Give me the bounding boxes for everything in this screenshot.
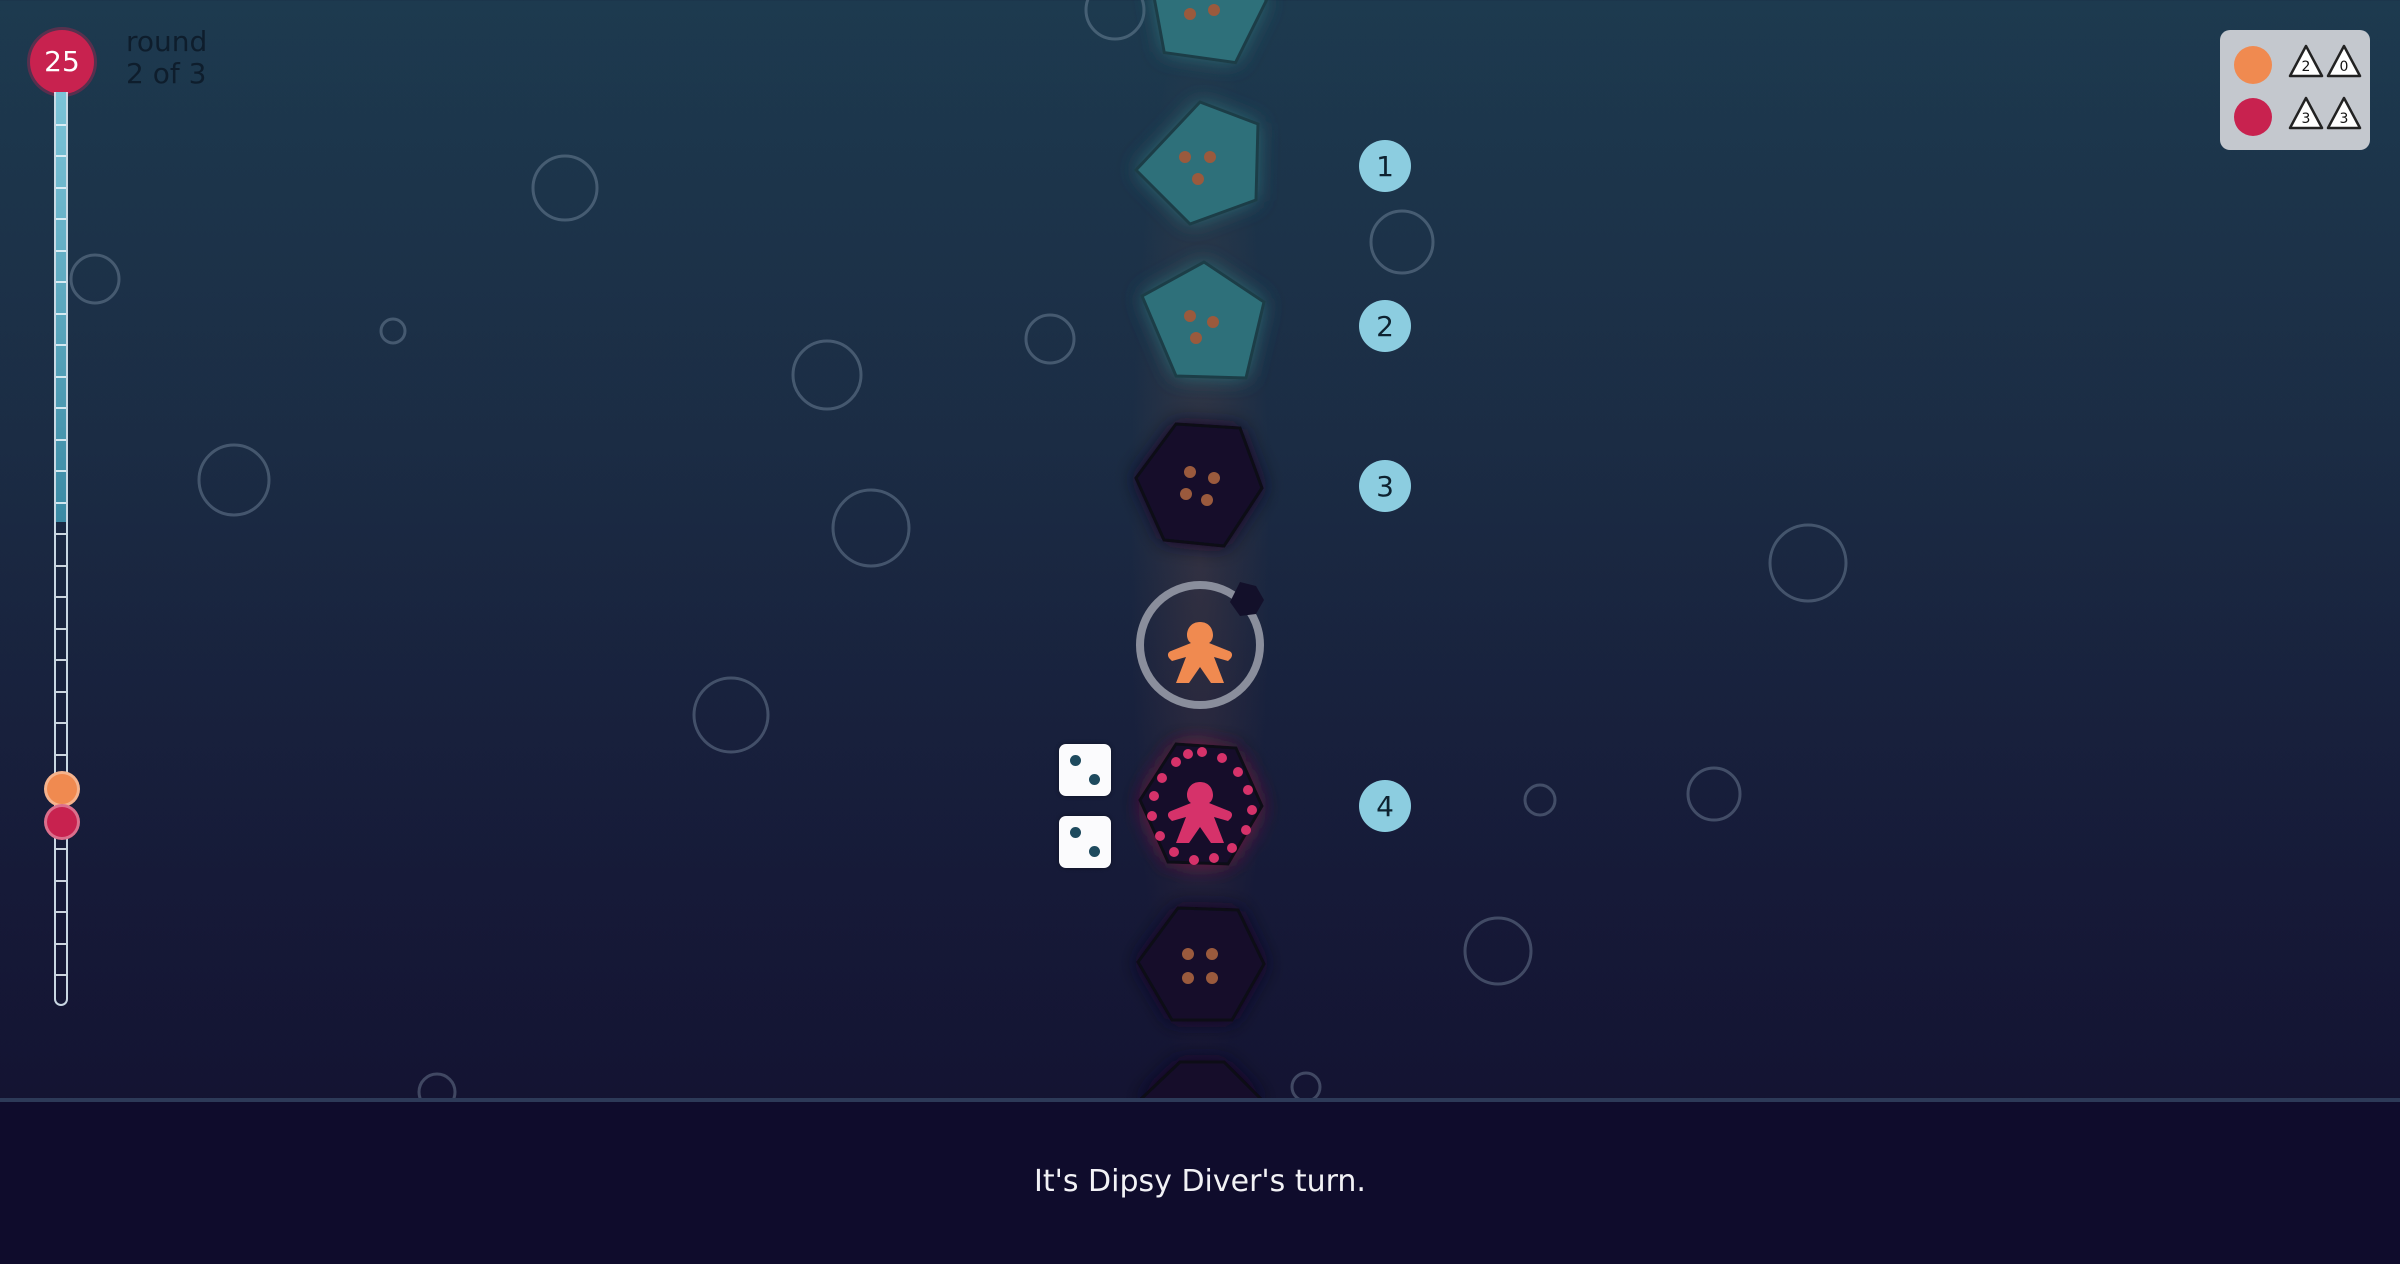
round-progress: 2 of 3: [126, 57, 207, 90]
air-supply-gauge: [54, 92, 68, 1006]
air-gauge-tick: [56, 123, 66, 126]
air-gauge-tick: [56, 564, 66, 567]
message-bar: It's Dipsy Diver's turn.: [0, 1098, 2400, 1264]
scoreboard-row-orange: 2 0: [2234, 42, 2364, 86]
treasure-token: 2: [2288, 44, 2324, 78]
air-gauge-tick: [56, 753, 66, 756]
round-label: round: [126, 25, 208, 58]
space-number-1: 1: [1359, 140, 1411, 192]
round-indicator: round 2 of 3: [126, 26, 207, 90]
air-supply-badge: 25: [30, 30, 94, 94]
air-gauge-tick: [56, 911, 66, 914]
air-gauge-tick: [56, 690, 66, 693]
svg-text:2: 2: [1376, 310, 1394, 343]
die-2-pip: [1089, 846, 1100, 857]
air-gauge-tick: [56, 942, 66, 945]
space-numbers: 1 2 3 4: [1359, 140, 1411, 832]
scoreboard: 2 0 3 3: [2220, 30, 2370, 150]
air-gauge-tick: [56, 249, 66, 252]
svg-text:3: 3: [2340, 111, 2349, 127]
air-gauge-tick: [56, 659, 66, 662]
die-2: [1059, 816, 1111, 868]
air-gauge-tick: [56, 312, 66, 315]
die-2-pip: [1070, 827, 1081, 838]
air-gauge-tick: [56, 596, 66, 599]
depth-marker-orange: [44, 771, 80, 807]
air-gauge-tick: [56, 375, 66, 378]
air-gauge-tick: [56, 281, 66, 284]
svg-text:3: 3: [1376, 470, 1394, 503]
air-gauge-tick: [56, 722, 66, 725]
die-1-pip: [1089, 774, 1100, 785]
player-color-orange: [2234, 46, 2272, 84]
air-gauge-tick: [56, 186, 66, 189]
air-gauge-tick: [56, 501, 66, 504]
air-gauge-tick: [56, 974, 66, 977]
svg-text:4: 4: [1376, 790, 1394, 823]
svg-text:2: 2: [2302, 59, 2311, 75]
dive-path: 1 2 3 4: [1130, 0, 1411, 1098]
air-gauge-tick: [56, 533, 66, 536]
scoreboard-row-red: 3 3: [2234, 94, 2364, 138]
space-number-2: 2: [1359, 300, 1411, 352]
treasure-token: 0: [2326, 44, 2362, 78]
air-gauge-tick: [56, 470, 66, 473]
air-gauge-tick: [56, 879, 66, 882]
depth-marker-red: [44, 804, 80, 840]
treasure-token: 3: [2326, 96, 2362, 130]
air-gauge-tick: [56, 218, 66, 221]
space-number-4: 4: [1359, 780, 1411, 832]
svg-text:3: 3: [2302, 111, 2311, 127]
svg-text:1: 1: [1376, 150, 1394, 183]
air-gauge-tick: [56, 438, 66, 441]
player-color-red: [2234, 98, 2272, 136]
air-gauge-tick: [56, 407, 66, 410]
air-gauge-tick: [56, 344, 66, 347]
treasure-token: 3: [2288, 96, 2324, 130]
turn-message: It's Dipsy Diver's turn.: [1034, 1164, 1366, 1199]
space-number-3: 3: [1359, 460, 1411, 512]
die-1-pip: [1070, 755, 1081, 766]
air-gauge-tick: [56, 627, 66, 630]
air-gauge-tick: [56, 848, 66, 851]
svg-text:0: 0: [2340, 59, 2349, 75]
air-gauge-tick: [56, 155, 66, 158]
die-1: [1059, 744, 1111, 796]
